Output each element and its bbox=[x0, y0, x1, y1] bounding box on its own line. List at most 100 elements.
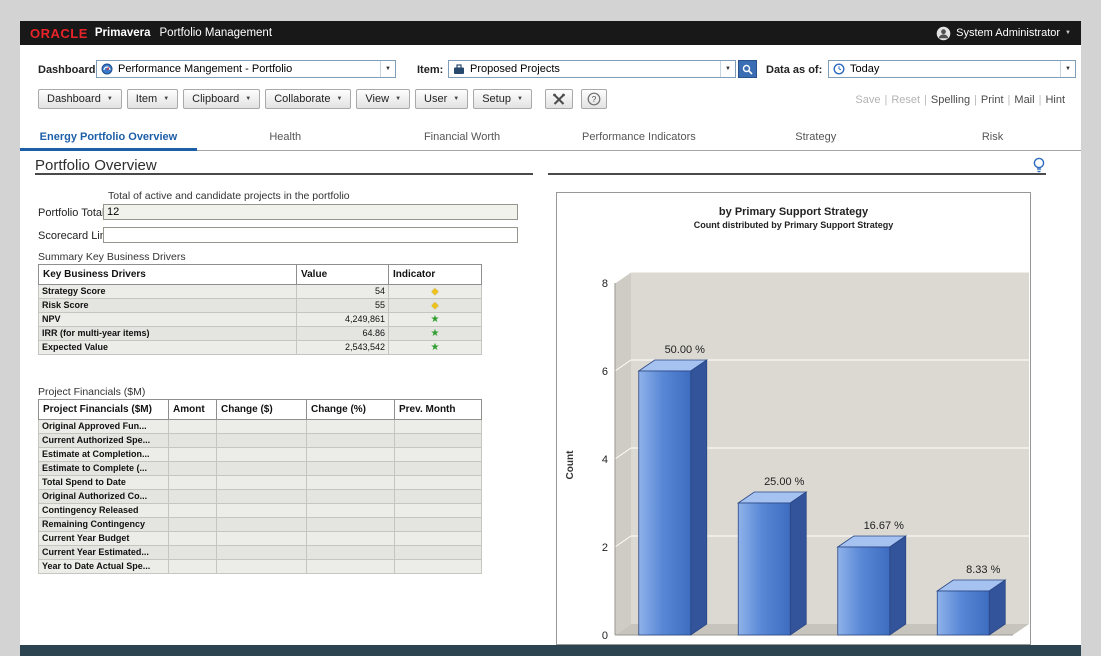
financials-row-label: Year to Date Actual Spe... bbox=[39, 560, 169, 574]
data-as-of-select-value: Today bbox=[850, 63, 1055, 75]
tools-icon bbox=[552, 93, 566, 106]
financials-table-row[interactable]: Original Authorized Co... bbox=[39, 490, 482, 504]
bar-side-face bbox=[790, 492, 806, 635]
tab-financial-worth[interactable]: Financial Worth bbox=[374, 127, 551, 151]
portfolio-note: Total of active and candidate projects i… bbox=[108, 190, 350, 202]
menu-clipboard-button[interactable]: Clipboard▼ bbox=[183, 89, 260, 109]
y-tick-label: 8 bbox=[602, 278, 608, 290]
icon-buttons: ? bbox=[545, 89, 607, 109]
financials-cell bbox=[217, 448, 307, 462]
action-link-print[interactable]: Print bbox=[981, 94, 1004, 106]
separator: | bbox=[880, 94, 891, 106]
column-header: Change (%) bbox=[307, 400, 395, 420]
financials-row-label: Total Spend to Date bbox=[39, 476, 169, 490]
financials-table-row[interactable]: Year to Date Actual Spe... bbox=[39, 560, 482, 574]
tab-risk[interactable]: Risk bbox=[904, 127, 1081, 151]
financials-cell bbox=[217, 434, 307, 448]
kbd-table-row[interactable]: Expected Value2,543,542★ bbox=[39, 341, 482, 355]
dashboard-select[interactable]: Performance Mangement - Portfolio ▼ bbox=[96, 60, 396, 78]
tools-button[interactable] bbox=[545, 89, 573, 109]
kbd-table-row[interactable]: Strategy Score54◆ bbox=[39, 285, 482, 299]
menu-button-label: Setup bbox=[482, 93, 511, 105]
tab-energy-portfolio-overview[interactable]: Energy Portfolio Overview bbox=[20, 127, 197, 151]
chevron-down-icon: ▼ bbox=[1060, 61, 1075, 77]
financials-cell bbox=[307, 420, 395, 434]
action-link-spelling[interactable]: Spelling bbox=[931, 94, 970, 106]
scorecard-link-input[interactable] bbox=[103, 227, 518, 243]
kbd-table-row[interactable]: Risk Score55◆ bbox=[39, 299, 482, 313]
chevron-down-icon: ▼ bbox=[107, 96, 113, 102]
financials-cell bbox=[217, 532, 307, 546]
user-name: System Administrator bbox=[956, 27, 1060, 39]
kbd-row-label: Expected Value bbox=[39, 341, 297, 355]
financials-row-label: Current Year Estimated... bbox=[39, 546, 169, 560]
menu-button-label: Collaborate bbox=[274, 93, 330, 105]
action-link-save[interactable]: Save bbox=[855, 94, 880, 106]
financials-cell bbox=[395, 476, 482, 490]
financials-cell bbox=[395, 560, 482, 574]
green-star-icon: ★ bbox=[431, 314, 440, 325]
kbd-row-value: 64.86 bbox=[297, 327, 389, 341]
menu-view-button[interactable]: View▼ bbox=[356, 89, 410, 109]
data-as-of-label: Data as of: bbox=[766, 64, 822, 76]
action-link-reset[interactable]: Reset bbox=[891, 94, 920, 106]
financials-table-row[interactable]: Original Approved Fun... bbox=[39, 420, 482, 434]
menu-user-button[interactable]: User▼ bbox=[415, 89, 468, 109]
financials-table-row[interactable]: Estimate to Complete (... bbox=[39, 462, 482, 476]
svg-text:?: ? bbox=[592, 94, 597, 104]
hint-bulb-button[interactable] bbox=[1032, 157, 1046, 179]
kbd-row-label: NPV bbox=[39, 313, 297, 327]
user-menu[interactable]: System Administrator ▼ bbox=[936, 26, 1071, 41]
financials-row-label: Contingency Released bbox=[39, 504, 169, 518]
financials-cell bbox=[307, 560, 395, 574]
item-select[interactable]: Proposed Projects ▼ bbox=[448, 60, 736, 78]
financials-table-row[interactable]: Current Year Budget bbox=[39, 532, 482, 546]
portfolio-total-input[interactable] bbox=[103, 204, 518, 220]
portfolio-total-label: Portfolio Total: bbox=[38, 207, 108, 219]
financials-table-row[interactable]: Current Year Estimated... bbox=[39, 546, 482, 560]
financials-cell bbox=[217, 490, 307, 504]
kbd-table-row[interactable]: IRR (for multi-year items)64.86★ bbox=[39, 327, 482, 341]
financials-cell bbox=[395, 490, 482, 504]
menu-dashboard-button[interactable]: Dashboard▼ bbox=[38, 89, 122, 109]
financials-table-row[interactable]: Total Spend to Date bbox=[39, 476, 482, 490]
dashboard-label: Dashboard: bbox=[38, 64, 99, 76]
y-tick-label: 2 bbox=[602, 542, 608, 554]
kbd-row-indicator: ◆ bbox=[389, 285, 482, 299]
financials-table-row[interactable]: Contingency Released bbox=[39, 504, 482, 518]
financials-cell bbox=[395, 546, 482, 560]
main-content: Dashboard: Performance Mangement - Portf… bbox=[20, 45, 1081, 645]
app-title: Portfolio Management bbox=[160, 27, 273, 39]
yellow-diamond-icon: ◆ bbox=[432, 286, 439, 296]
tab-performance-indicators[interactable]: Performance Indicators bbox=[550, 127, 727, 151]
bar-front-face bbox=[738, 503, 790, 635]
financials-row-label: Current Authorized Spe... bbox=[39, 434, 169, 448]
yellow-diamond-icon: ◆ bbox=[432, 300, 439, 310]
separator: | bbox=[1035, 94, 1046, 106]
data-as-of-select[interactable]: Today ▼ bbox=[828, 60, 1076, 78]
financials-table-row[interactable]: Estimate at Completion... bbox=[39, 448, 482, 462]
kbd-table-row[interactable]: NPV4,249,861 ★ bbox=[39, 313, 482, 327]
column-header: Change ($) bbox=[217, 400, 307, 420]
kbd-row-indicator: ★ bbox=[389, 341, 482, 355]
financials-table-row[interactable]: Remaining Contingency bbox=[39, 518, 482, 532]
search-button[interactable] bbox=[738, 60, 757, 78]
financials-cell bbox=[217, 476, 307, 490]
financials-cell bbox=[307, 462, 395, 476]
page-title: Portfolio Overview bbox=[35, 157, 157, 174]
help-button[interactable]: ? bbox=[581, 89, 607, 109]
kbd-row-value: 4,249,861 bbox=[297, 313, 389, 327]
menu-setup-button[interactable]: Setup▼ bbox=[473, 89, 532, 109]
y-tick-label: 4 bbox=[602, 454, 608, 466]
bar-front-face bbox=[838, 547, 890, 635]
tab-health[interactable]: Health bbox=[197, 127, 374, 151]
menu-collaborate-button[interactable]: Collaborate▼ bbox=[265, 89, 351, 109]
action-link-mail[interactable]: Mail bbox=[1014, 94, 1034, 106]
menu-item-button[interactable]: Item▼ bbox=[127, 89, 178, 109]
action-link-hint[interactable]: Hint bbox=[1045, 94, 1065, 106]
bar-percent-label: 50.00 % bbox=[665, 344, 706, 356]
tab-strategy[interactable]: Strategy bbox=[727, 127, 904, 151]
kbd-row-label: IRR (for multi-year items) bbox=[39, 327, 297, 341]
column-header: Amont bbox=[169, 400, 217, 420]
financials-table-row[interactable]: Current Authorized Spe... bbox=[39, 434, 482, 448]
